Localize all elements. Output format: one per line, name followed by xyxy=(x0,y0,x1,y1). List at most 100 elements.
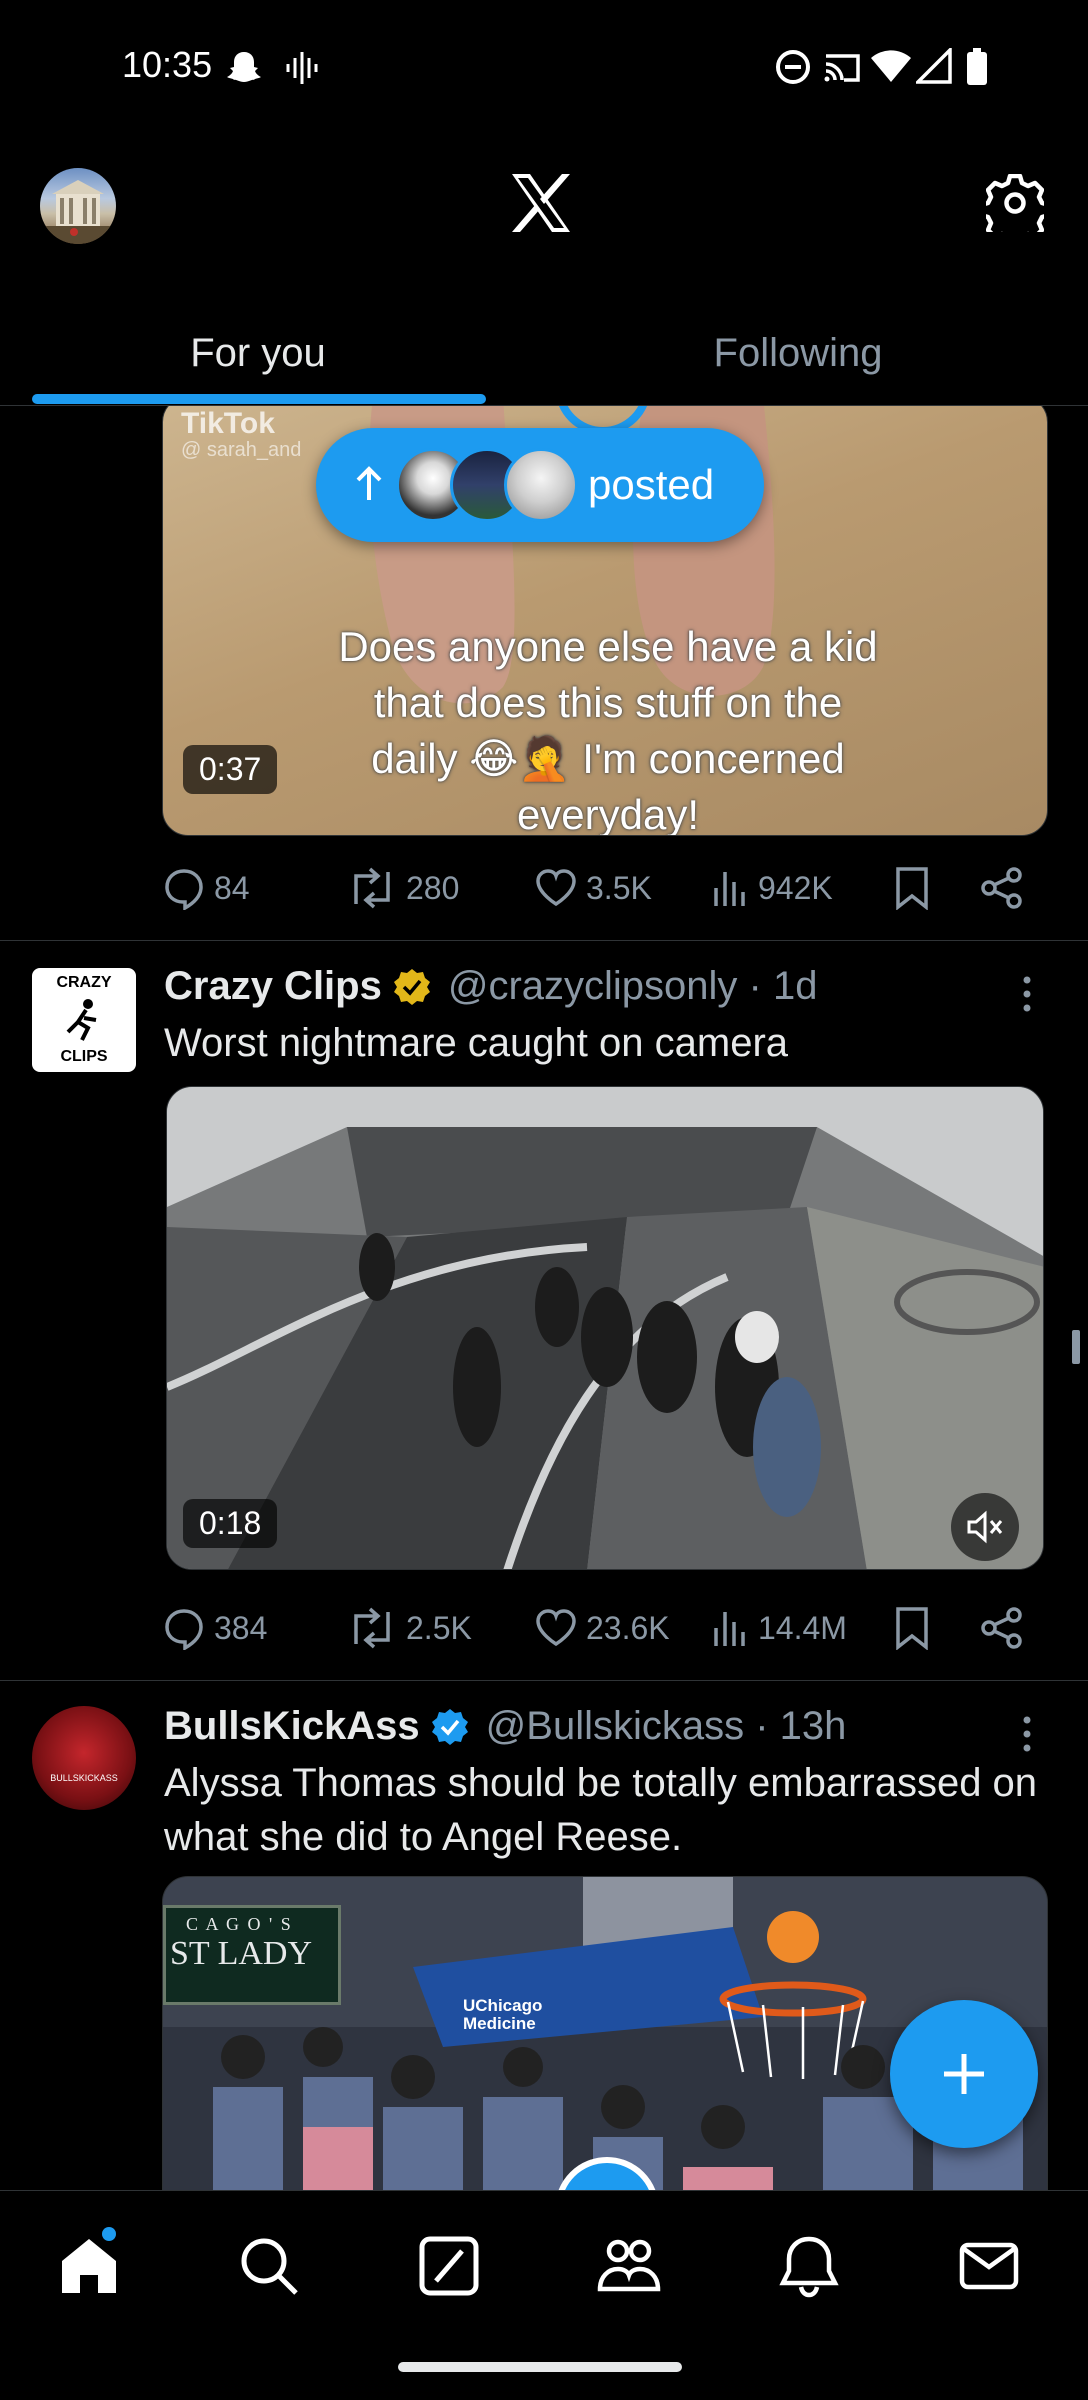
tiktok-watermark: TikTok xyxy=(181,407,275,440)
home-icon[interactable] xyxy=(56,2233,122,2299)
snapchat-icon xyxy=(227,52,261,82)
messages-icon[interactable] xyxy=(956,2233,1022,2299)
timeline-feed[interactable]: TikTok @ sarah_and Does anyone else have… xyxy=(0,406,1088,2190)
avatar-text: BULLSKICKASS xyxy=(50,1773,118,1783)
author-avatar[interactable]: BULLSKICKASS xyxy=(32,1706,136,1810)
timeline-tabs: For you Following xyxy=(0,300,1088,406)
share-icon[interactable] xyxy=(980,866,1024,910)
arena-sign-top: C A G O ' S xyxy=(186,1914,293,1934)
reply-button[interactable]: 84 xyxy=(162,858,250,918)
signal-icon xyxy=(916,48,952,84)
new-posts-pill[interactable]: posted xyxy=(316,428,764,542)
profile-avatar[interactable] xyxy=(40,168,116,244)
grok-icon[interactable] xyxy=(416,2233,482,2299)
reply-icon xyxy=(165,869,203,910)
post-text: Worst nightmare caught on camera xyxy=(164,1021,789,1065)
bookmark-icon[interactable] xyxy=(892,1606,932,1650)
repost-icon xyxy=(354,1607,390,1649)
like-button[interactable]: 3.5K xyxy=(534,858,652,918)
repost-button[interactable]: 2.5K xyxy=(346,1598,472,1658)
dnd-icon xyxy=(776,50,810,84)
more-icon[interactable] xyxy=(1020,1714,1034,1754)
reply-button[interactable]: 384 xyxy=(162,1598,267,1658)
tab-for-you[interactable]: For you xyxy=(30,300,486,406)
notification-dot xyxy=(102,2227,116,2241)
post-video[interactable]: 0:18 xyxy=(166,1086,1044,1570)
caption-line: Does anyone else have a kid xyxy=(338,623,878,670)
author-name[interactable]: BullsKickAss xyxy=(164,1704,420,1749)
like-count: 3.5K xyxy=(586,869,652,906)
x-logo[interactable] xyxy=(508,172,574,234)
caption-line: everyday! xyxy=(516,791,700,836)
heart-icon xyxy=(536,869,576,907)
active-tab-indicator xyxy=(32,394,486,404)
verified-badge-icon xyxy=(393,968,430,1005)
arena-banner: UChicago Medicine xyxy=(463,1996,543,2033)
post-actions: 384 2.5K 23.6K 14.4M xyxy=(162,1598,1042,1658)
more-icon[interactable] xyxy=(1020,974,1034,1014)
author-handle[interactable]: @Bullskickass · 13h xyxy=(486,1704,847,1749)
arena-sign: C A G O ' S ST LADY xyxy=(163,1905,341,2005)
runner-icon xyxy=(66,999,97,1041)
views-count: 942K xyxy=(758,869,833,906)
wifi-icon xyxy=(871,50,911,82)
reply-count: 84 xyxy=(214,869,250,906)
repost-icon xyxy=(354,867,390,909)
video-caption: Does anyone else have a kid that does th… xyxy=(263,619,953,836)
cast-icon xyxy=(824,54,860,82)
compose-button[interactable] xyxy=(890,2000,1038,2148)
views-icon xyxy=(714,1612,745,1646)
repost-button[interactable]: 280 xyxy=(346,858,459,918)
caption-line: that does this stuff on the xyxy=(373,679,843,726)
gear-icon[interactable] xyxy=(986,174,1044,232)
like-button[interactable]: 23.6K xyxy=(534,1598,670,1658)
like-count: 23.6K xyxy=(586,1609,670,1646)
avatar-text: CLIPS xyxy=(60,1048,108,1065)
share-icon[interactable] xyxy=(980,1606,1024,1650)
author-avatar[interactable]: CRAZY CLIPS xyxy=(32,968,136,1072)
post-divider xyxy=(0,1680,1088,1681)
status-bar: 10:35 xyxy=(0,0,1088,136)
scrollbar[interactable] xyxy=(1072,1330,1080,1364)
views-icon xyxy=(714,872,745,906)
heart-icon xyxy=(536,1609,576,1647)
posted-label: posted xyxy=(588,461,715,508)
reply-count: 384 xyxy=(214,1609,268,1646)
voice-wave-icon xyxy=(286,52,318,84)
poster-avatars xyxy=(396,448,596,522)
post-header: BullsKickAss @Bullskickass · 13h xyxy=(164,1704,846,1749)
status-time: 10:35 xyxy=(122,44,213,85)
post-text: Alyssa Thomas should be totally embarras… xyxy=(164,1761,1038,1859)
gesture-bar[interactable] xyxy=(398,2362,682,2372)
poster-avatar xyxy=(504,448,578,522)
repost-count: 2.5K xyxy=(406,1609,472,1646)
video-duration: 0:18 xyxy=(183,1499,278,1548)
author-handle[interactable]: @crazyclipsonly · 1d xyxy=(448,964,818,1009)
battery-icon xyxy=(967,48,987,85)
mute-button[interactable] xyxy=(951,1493,1019,1561)
tiktok-watermark-user: @ sarah_and xyxy=(181,439,302,461)
views-count: 14.4M xyxy=(758,1609,847,1646)
post-divider xyxy=(0,940,1088,941)
post-actions: 84 280 3.5K 942K xyxy=(162,858,1042,918)
views-button[interactable]: 942K xyxy=(710,858,833,918)
author-name[interactable]: Crazy Clips xyxy=(164,964,382,1009)
caption-line: daily 😂🤦 I'm concerned xyxy=(371,735,845,782)
bookmark-icon[interactable] xyxy=(892,866,932,910)
arena-sign-main: ST LADY xyxy=(170,1935,312,1972)
views-button[interactable]: 14.4M xyxy=(710,1598,847,1658)
video-duration: 0:37 xyxy=(183,745,278,794)
repost-count: 280 xyxy=(406,869,460,906)
tab-following[interactable]: Following xyxy=(568,300,1028,406)
plus-icon xyxy=(944,2054,984,2094)
search-icon[interactable] xyxy=(236,2233,302,2299)
reply-icon xyxy=(165,1609,203,1650)
avatar-text: CRAZY xyxy=(56,974,112,991)
video-frame xyxy=(167,1087,1043,1569)
arrow-up-icon xyxy=(356,466,382,500)
post-header: Crazy Clips @crazyclipsonly · 1d xyxy=(164,964,817,1009)
notifications-icon[interactable] xyxy=(776,2233,842,2299)
verified-badge-icon xyxy=(431,1708,468,1745)
communities-icon[interactable] xyxy=(596,2233,662,2299)
muted-speaker-icon xyxy=(967,1510,1003,1544)
